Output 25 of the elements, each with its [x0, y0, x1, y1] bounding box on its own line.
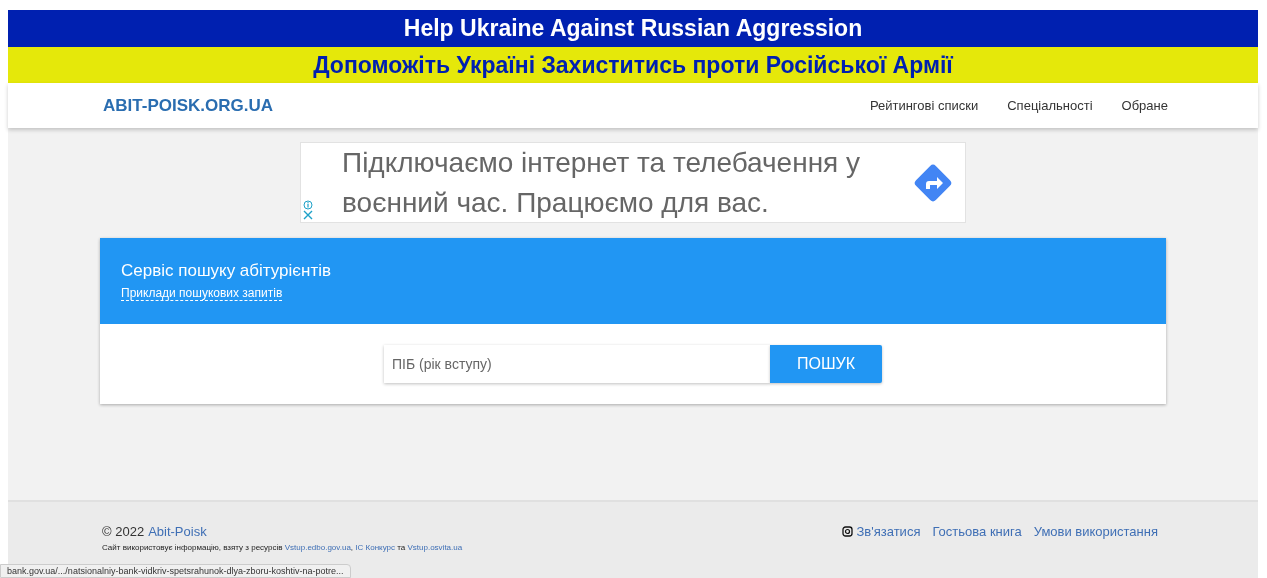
- search-button[interactable]: ПОШУК: [770, 345, 882, 383]
- instagram-icon[interactable]: [842, 526, 854, 537]
- nav-link[interactable]: Обране: [1121, 98, 1168, 113]
- status-bar-url: bank.gov.ua/.../natsionalniy-bank-vidkriv-spetsrahunok-dlya-zboru-koshtiv-na-potre...: [0, 564, 351, 578]
- nav-link[interactable]: Спеціальності: [1007, 98, 1093, 113]
- examples-link[interactable]: Приклади пошукових запитів: [121, 286, 283, 301]
- info-icon[interactable]: [303, 200, 313, 210]
- banner-heading: Допоможіть Україні Захиститись проти Російської Армії: [8, 47, 1258, 83]
- ad-text: Підключаємо інтернет та телебачення у воєнний час. Працюємо для вас.: [342, 145, 862, 220]
- brand-link[interactable]: Abit-Poisk: [148, 524, 207, 539]
- close-icon[interactable]: [303, 210, 313, 220]
- source-link[interactable]: Vstup.osvita.ua: [407, 543, 463, 552]
- ad-banner[interactable]: Підключаємо інтернет та телебачення у воєнний час. Працюємо для вас.: [300, 142, 966, 223]
- footer-link[interactable]: Гостьова книга: [932, 524, 1022, 539]
- nav-link[interactable]: Рейтингові списки: [869, 98, 979, 113]
- data-source-note: Сайт використовує інформацію, взяту з ресурсів Vstup.edbo.gov.ua, ІС Конкурс та Vstup.osvita.ua: [102, 543, 463, 552]
- contact-link[interactable]: Зв'язатися: [856, 524, 921, 539]
- source-link[interactable]: ІС Конкурс: [355, 543, 395, 552]
- site-logo[interactable]: ABIT-POISK.ORG.UA: [103, 95, 273, 116]
- banner-heading: Help Ukraine Against Russian Aggression: [8, 10, 1258, 47]
- source-link[interactable]: Vstup.edbo.gov.ua: [284, 543, 351, 552]
- copyright-text: © 2022: [102, 524, 145, 539]
- name-search-field[interactable]: ПІБ (рік вступу): [384, 345, 770, 383]
- card-title: Сервіс пошуку абітурієнтів: [121, 261, 332, 281]
- footer-link[interactable]: Умови використання: [1033, 524, 1158, 539]
